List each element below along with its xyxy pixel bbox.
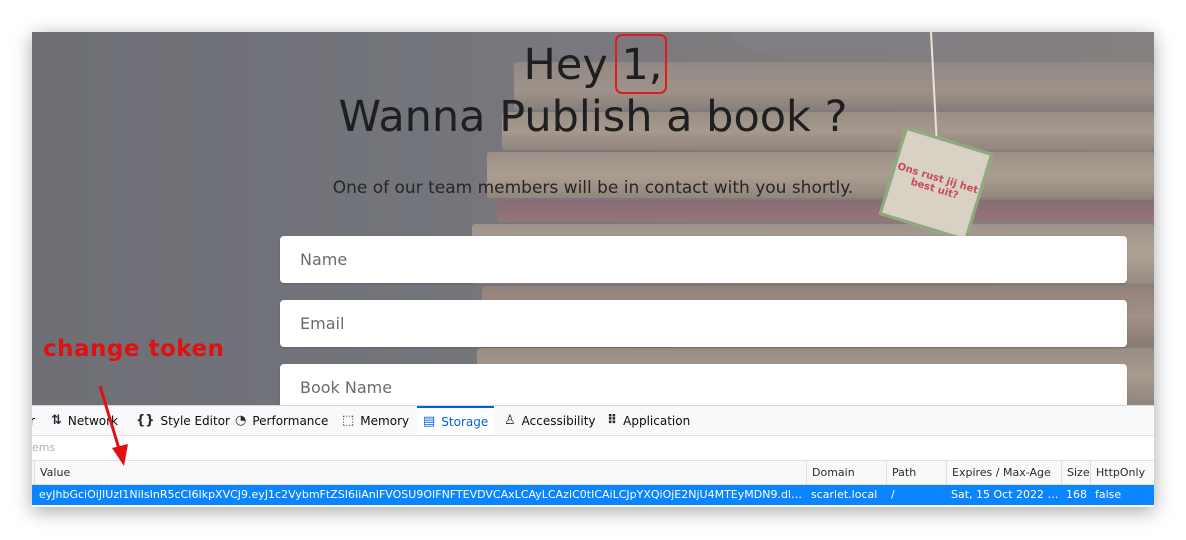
tab-label: Style Editor <box>160 413 230 428</box>
tab-application[interactable]: ⠿ Application <box>607 406 690 435</box>
tab-accessibility[interactable]: ♙ Accessibility <box>504 406 596 435</box>
cookie-expires: Sat, 15 Oct 2022 18:… <box>951 488 1062 501</box>
column-size[interactable]: Size <box>1061 461 1091 484</box>
braces-icon: {} <box>136 413 155 428</box>
gauge-icon: ◔ <box>235 413 247 428</box>
greeting-text: Hey <box>523 40 622 90</box>
network-icon: ⇅ <box>51 413 62 428</box>
name-field[interactable] <box>280 236 1127 283</box>
tab-style-editor[interactable]: {} Style Editor <box>136 406 230 435</box>
tab-label: r <box>32 413 35 428</box>
column-expires[interactable]: Expires / Max-Age <box>946 461 1062 484</box>
column-value[interactable]: Value <box>34 461 807 484</box>
annotation-label: change token <box>43 336 225 362</box>
tab-inspector[interactable]: r <box>32 406 35 435</box>
column-path[interactable]: Path <box>886 461 947 484</box>
tab-label: Accessibility <box>521 413 596 428</box>
tab-label: Memory <box>360 413 410 428</box>
devtools-panel: r ⇅ Network {} Style Editor ◔ Performance ⬚… <box>32 405 1154 507</box>
storage-icon: ▤ <box>423 414 436 429</box>
tab-performance[interactable]: ◔ Performance <box>235 406 328 435</box>
chip-icon: ⬚ <box>342 413 355 428</box>
tab-label: Storage <box>441 414 489 429</box>
table-row[interactable]: eyJhbGciOiJIUzI1NiIsInR5cCI6IkpXVCJ9.eyJ… <box>32 485 1154 505</box>
cookie-size: 168 <box>1066 488 1087 501</box>
devtools-toolbar: r ⇅ Network {} Style Editor ◔ Performance ⬚… <box>32 406 1154 436</box>
cookie-value[interactable]: eyJhbGciOiJIUzI1NiIsInR5cCI6IkpXVCJ9.eyJ… <box>34 485 807 505</box>
column-httponly[interactable]: HttpOnly <box>1090 461 1154 484</box>
email-field[interactable] <box>280 300 1127 347</box>
tab-memory[interactable]: ⬚ Memory <box>342 406 409 435</box>
tab-storage[interactable]: ▤ Storage <box>417 406 495 435</box>
page-title: Wanna Publish a book ? <box>338 92 848 142</box>
cookie-path: / <box>891 488 895 501</box>
book-name-field[interactable] <box>280 364 1127 411</box>
grid-icon: ⠿ <box>607 413 618 428</box>
cookie-domain: scarlet.local <box>811 488 878 501</box>
column-domain[interactable]: Domain <box>806 461 887 484</box>
tab-label: Performance <box>252 413 329 428</box>
table-header: Value Domain Path Expires / Max-Age Size… <box>32 461 1154 485</box>
cookie-httponly: false <box>1095 488 1122 501</box>
screenshot-frame: Ons rust jij het best uit? Hey 1, Wanna … <box>32 32 1154 507</box>
subtitle: One of our team members will be in conta… <box>332 178 854 198</box>
filter-bar[interactable]: ems <box>32 436 1154 461</box>
tab-label: Application <box>623 413 691 428</box>
greeting-heading: Hey 1, <box>32 34 1154 94</box>
annotation-arrow-icon <box>98 385 128 466</box>
user-id-highlight: 1, <box>615 34 668 94</box>
person-icon: ♙ <box>504 413 516 428</box>
filter-placeholder: ems <box>32 441 56 454</box>
